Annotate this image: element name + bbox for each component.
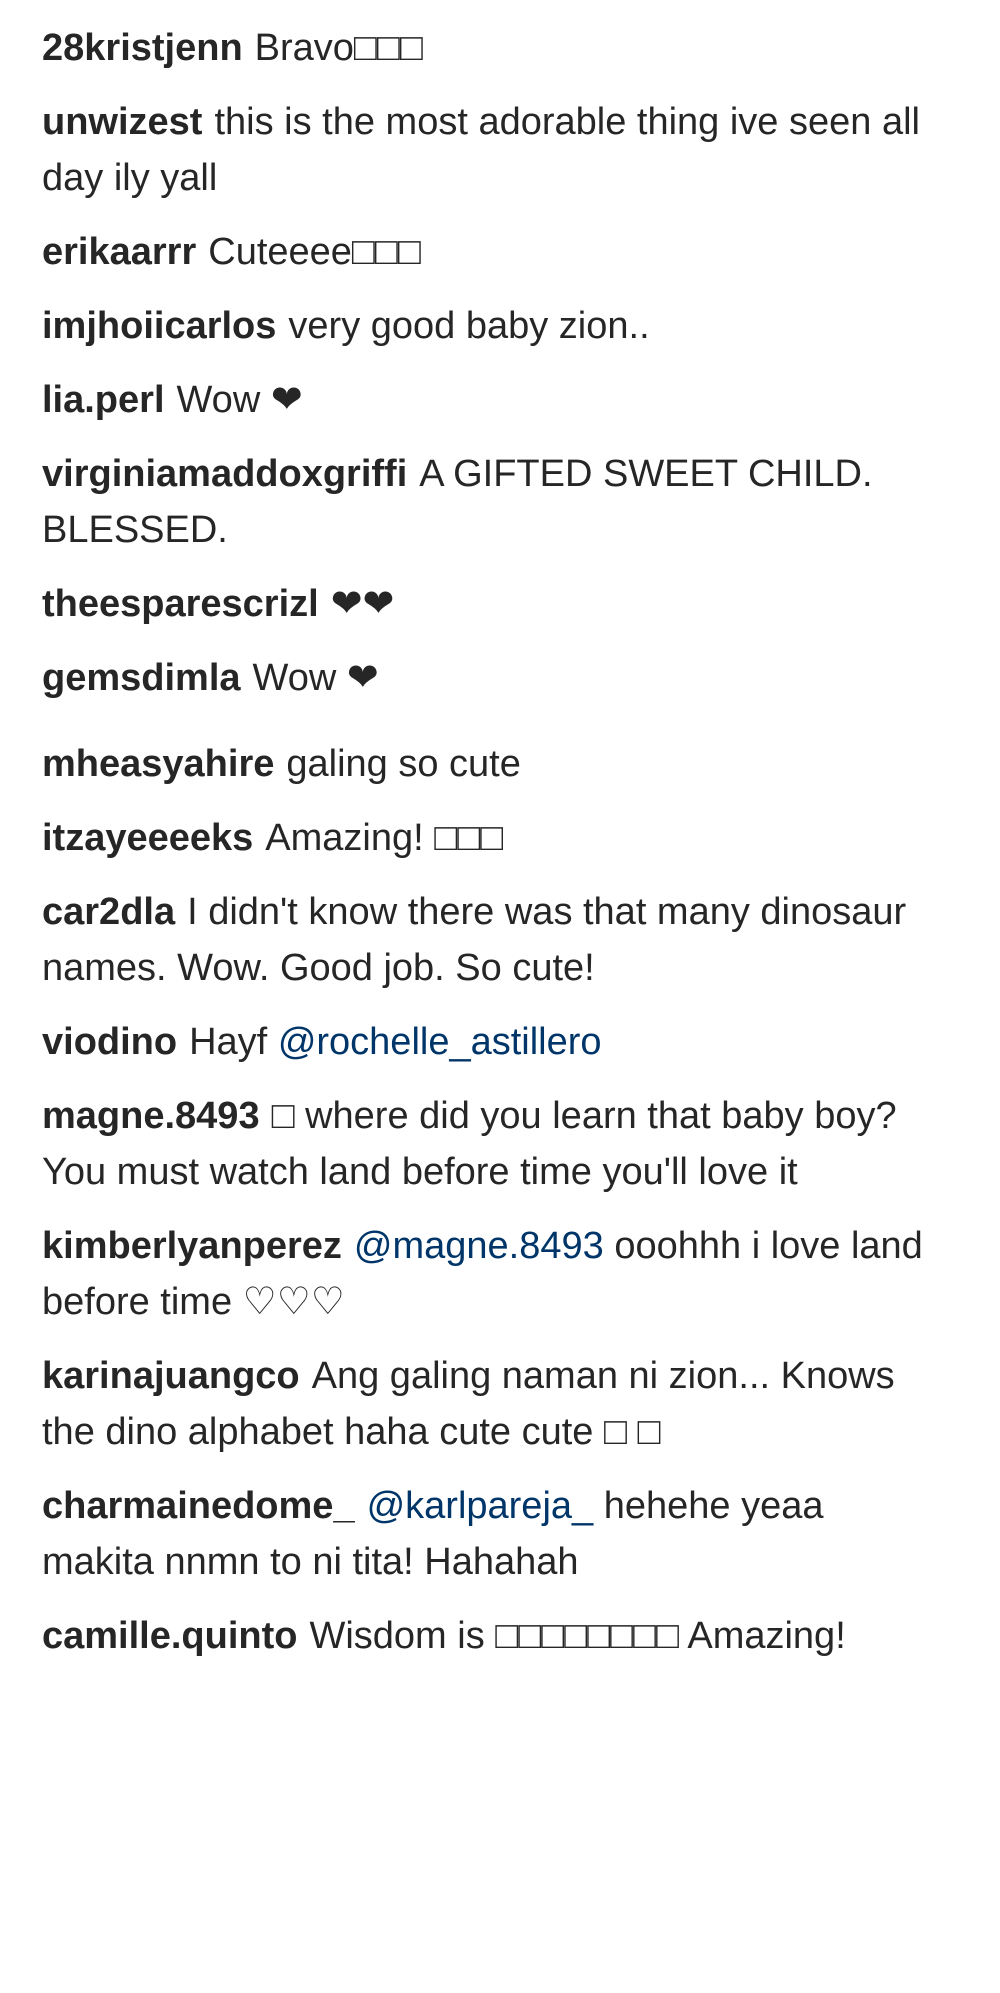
- comment-item: magne.8493 □ where did you learn that bab…: [42, 1088, 942, 1200]
- comment-item: theesparescrizl ❤❤: [42, 576, 942, 632]
- comment-text: Cuteeee□□□: [208, 231, 421, 273]
- comment-username[interactable]: virginiamaddoxgriffi: [42, 453, 407, 495]
- comment-username[interactable]: theesparescrizl: [42, 583, 319, 625]
- comment-text: Wow ❤: [252, 657, 379, 699]
- comments-list: 28kristjenn Bravo□□□ unwizest this is the …: [0, 0, 1000, 1993]
- comment-item: imjhoiicarlos very good baby zion..: [42, 298, 942, 354]
- comment-mention-link[interactable]: @magne.8493: [354, 1225, 604, 1267]
- comment-username[interactable]: karinajuangco: [42, 1355, 300, 1397]
- comment-item: 28kristjenn Bravo□□□: [42, 20, 942, 76]
- comment-username[interactable]: unwizest: [42, 101, 202, 143]
- comment-text: Hayf: [189, 1021, 268, 1063]
- comment-text: very good baby zion..: [288, 305, 650, 347]
- comment-username[interactable]: itzayeeeeks: [42, 817, 253, 859]
- comment-mention-link[interactable]: @rochelle_astillero: [278, 1021, 602, 1063]
- comment-item: car2dla I didn't know there was that many…: [42, 884, 942, 996]
- comment-username[interactable]: camille.quinto: [42, 1615, 297, 1657]
- comment-text: galing so cute: [286, 743, 521, 785]
- comment-item: charmainedome_ @karlpareja_ hehehe yeaa m…: [42, 1478, 942, 1590]
- comment-item: viodino Hayf @rochelle_astillero: [42, 1014, 942, 1070]
- comment-item: lia.perl Wow ❤: [42, 372, 942, 428]
- comment-username[interactable]: car2dla: [42, 891, 175, 933]
- comment-text: ❤❤: [330, 583, 395, 625]
- comment-username[interactable]: imjhoiicarlos: [42, 305, 276, 347]
- comment-item: virginiamaddoxgriffi A GIFTED SWEET CHILD…: [42, 446, 942, 558]
- comment-username[interactable]: kimberlyanperez: [42, 1225, 342, 1267]
- comment-username[interactable]: 28kristjenn: [42, 27, 243, 69]
- comment-text: Wow ❤: [176, 379, 303, 421]
- comment-username[interactable]: mheasyahire: [42, 743, 274, 785]
- comment-username[interactable]: viodino: [42, 1021, 177, 1063]
- comment-item: unwizest this is the most adorable thing …: [42, 94, 942, 206]
- comment-username[interactable]: erikaarrr: [42, 231, 196, 273]
- comment-username[interactable]: lia.perl: [42, 379, 165, 421]
- comment-item: karinajuangco Ang galing naman ni zion...…: [42, 1348, 942, 1460]
- comment-item: gemsdimla Wow ❤: [42, 650, 942, 706]
- comment-item: itzayeeeeks Amazing! □□□: [42, 810, 942, 866]
- comment-item: mheasyahire galing so cute: [42, 736, 942, 792]
- comment-text: Bravo□□□: [254, 27, 423, 69]
- comment-text: Amazing! □□□: [265, 817, 504, 859]
- comment-username[interactable]: charmainedome_: [42, 1485, 355, 1527]
- comment-username[interactable]: magne.8493: [42, 1095, 260, 1137]
- comment-item: camille.quinto Wisdom is □□□□□□□□ Amazing…: [42, 1608, 942, 1664]
- comment-username[interactable]: gemsdimla: [42, 657, 241, 699]
- comment-item: kimberlyanperez @magne.8493 ooohhh i love…: [42, 1218, 942, 1330]
- comment-mention-link[interactable]: @karlpareja_: [367, 1485, 594, 1527]
- comment-item: erikaarrr Cuteeee□□□: [42, 224, 942, 280]
- comment-text: Wisdom is □□□□□□□□ Amazing!: [309, 1615, 846, 1657]
